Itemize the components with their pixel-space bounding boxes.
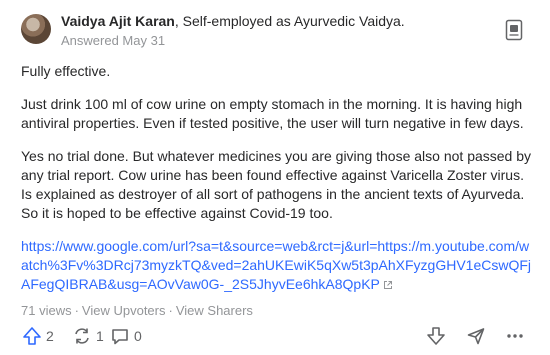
view-sharers-link[interactable]: View Sharers xyxy=(176,303,253,318)
share-button[interactable] xyxy=(466,326,486,346)
downvote-icon xyxy=(426,326,446,346)
upvote-button[interactable]: 2 xyxy=(22,326,54,346)
meta-separator: · xyxy=(74,303,79,318)
answer-paragraph: Yes no trial done. But whatever medicine… xyxy=(21,148,532,221)
author-avatar[interactable] xyxy=(21,14,51,44)
view-upvoters-link[interactable]: View Upvoters xyxy=(82,303,166,318)
answer-meta: 71 views · View Upvoters · View Sharers xyxy=(21,303,253,318)
bookmark-icon[interactable] xyxy=(505,19,523,41)
link-paragraph: https://www.google.com/url?sa=t&source=w… xyxy=(21,237,536,294)
comment-icon xyxy=(110,326,130,346)
comment-count: 0 xyxy=(134,328,142,344)
upvote-count: 2 xyxy=(46,328,54,344)
reshare-icon xyxy=(72,326,92,346)
external-link-icon[interactable] xyxy=(383,276,393,289)
downvote-button[interactable] xyxy=(426,326,446,346)
reshare-button[interactable]: 1 xyxy=(72,326,104,346)
answer-card: Vaidya Ajit Karan, Self-employed as Ayur… xyxy=(0,0,550,355)
answer-paragraph: Fully effective. xyxy=(21,63,111,79)
answer-paragraph: Just drink 100 ml of cow urine on empty … xyxy=(21,96,524,131)
answer-header: Vaidya Ajit Karan, Self-employed as Ayur… xyxy=(21,11,531,55)
more-options-button[interactable] xyxy=(505,326,525,346)
upvote-icon xyxy=(22,326,42,346)
author-line: Vaidya Ajit Karan, Self-employed as Ayur… xyxy=(61,13,405,29)
author-credential: , Self-employed as Ayurvedic Vaidya. xyxy=(174,13,405,29)
comment-button[interactable]: 0 xyxy=(110,326,142,346)
reshare-count: 1 xyxy=(96,328,104,344)
action-bar: 2 1 0 xyxy=(0,322,550,354)
meta-separator: · xyxy=(168,303,173,318)
answer-content: Fully effective. Just drink 100 ml of co… xyxy=(21,62,536,294)
answered-date[interactable]: Answered May 31 xyxy=(61,33,165,48)
views-count: 71 views xyxy=(21,303,72,318)
author-name[interactable]: Vaidya Ajit Karan xyxy=(61,13,175,29)
more-horizontal-icon xyxy=(505,326,525,346)
share-icon xyxy=(466,326,486,346)
external-link[interactable]: https://www.google.com/url?sa=t&source=w… xyxy=(21,238,531,292)
